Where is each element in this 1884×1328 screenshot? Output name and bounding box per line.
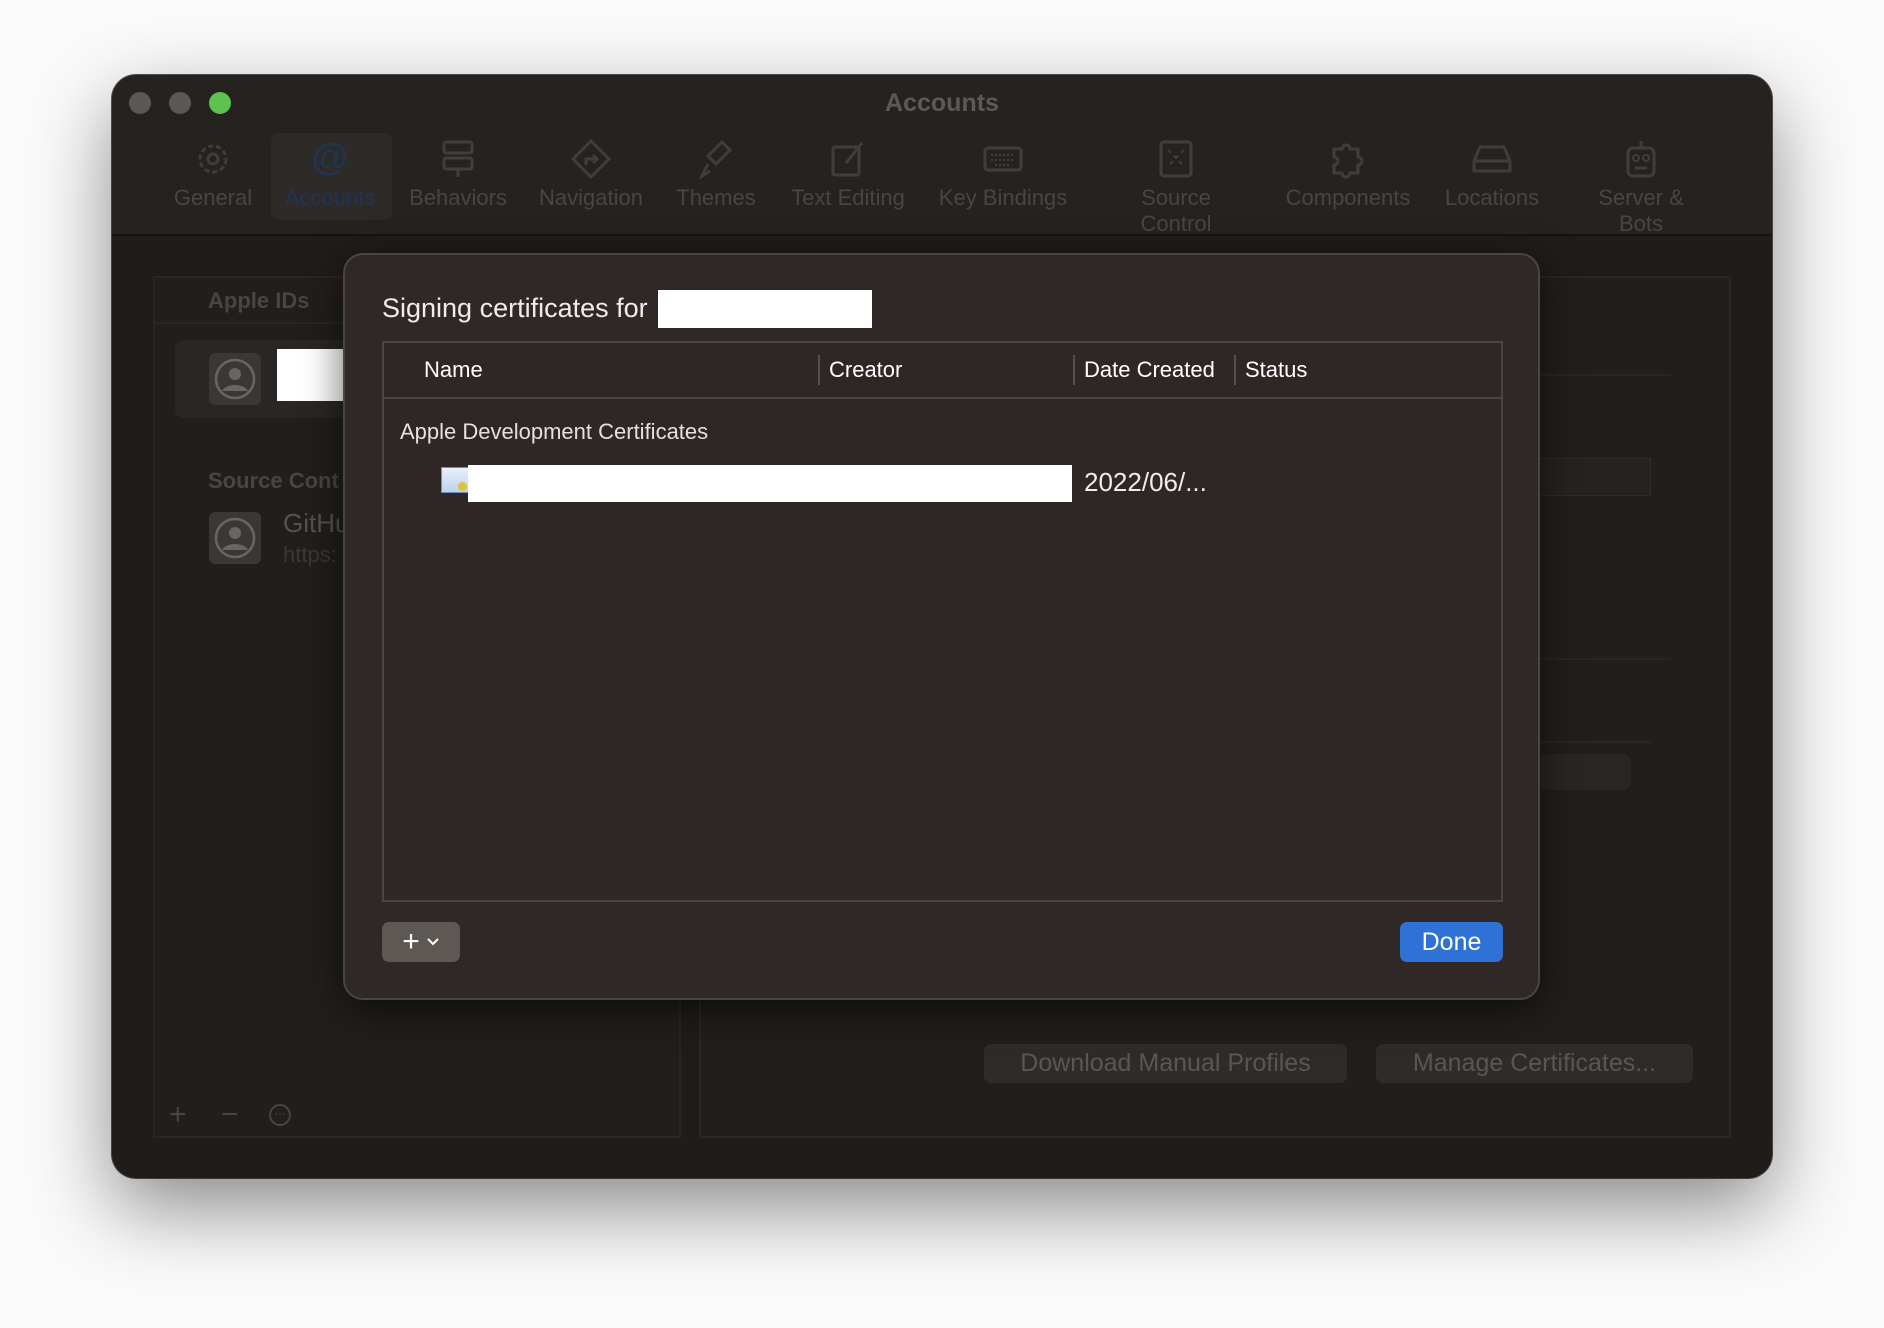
chevron-down-icon bbox=[427, 938, 439, 946]
certificate-row[interactable]: 2022/06/... bbox=[384, 463, 1501, 509]
add-account-button[interactable]: + bbox=[169, 1098, 187, 1132]
column-header-creator[interactable]: Creator bbox=[829, 343, 902, 397]
column-header-date-created[interactable]: Date Created bbox=[1084, 343, 1215, 397]
source-control-icon bbox=[1111, 133, 1241, 185]
toolbar-tab-navigation[interactable]: Navigation bbox=[526, 133, 656, 211]
toolbar-tab-accounts[interactable]: @ Accounts bbox=[265, 133, 395, 211]
toolbar-tab-locations[interactable]: Locations bbox=[1427, 133, 1557, 211]
avatar bbox=[209, 512, 261, 564]
toolbar-tab-label: Source Control bbox=[1140, 185, 1212, 236]
robot-icon bbox=[1576, 133, 1706, 185]
toolbar-tab-general[interactable]: General bbox=[148, 133, 278, 211]
source-control-header: Source Cont bbox=[208, 468, 339, 493]
toolbar-tab-server-bots[interactable]: Server & Bots bbox=[1576, 133, 1706, 237]
manage-certificates-button[interactable]: Manage Certificates... bbox=[1376, 1044, 1693, 1083]
remove-account-button[interactable]: − bbox=[221, 1098, 239, 1132]
redacted-account-name bbox=[658, 290, 872, 328]
toolbar-tab-label: Server & Bots bbox=[1598, 185, 1684, 236]
github-url: https: bbox=[283, 542, 337, 567]
apple-ids-header: Apple IDs bbox=[208, 288, 310, 313]
toolbar-tab-label: Accounts bbox=[284, 185, 376, 210]
column-header-name[interactable]: Name bbox=[424, 343, 483, 397]
toolbar-tab-label: Locations bbox=[1444, 185, 1540, 210]
toolbar-tab-label: Themes bbox=[676, 185, 756, 210]
toolbar-tab-label: General bbox=[173, 185, 253, 210]
toolbar-tab-label: Navigation bbox=[539, 185, 643, 210]
navigation-icon bbox=[526, 133, 656, 185]
behaviors-icon bbox=[393, 133, 523, 185]
keyboard-icon bbox=[938, 133, 1068, 185]
pencil-square-icon bbox=[783, 133, 913, 185]
column-header-status[interactable]: Status bbox=[1245, 343, 1307, 397]
toolbar-tab-label: Text Editing bbox=[791, 185, 905, 210]
toolbar-tab-source-control[interactable]: Source Control bbox=[1111, 133, 1241, 237]
toolbar-tab-components[interactable]: Components bbox=[1283, 133, 1413, 211]
download-manual-profiles-button[interactable]: Download Manual Profiles bbox=[984, 1044, 1347, 1083]
toolbar-tab-label: Key Bindings bbox=[938, 185, 1068, 210]
plus-icon: + bbox=[402, 925, 420, 958]
date-created: 2022/06/... bbox=[1084, 467, 1207, 497]
toolbar-tab-text-editing[interactable]: Text Editing bbox=[783, 133, 913, 211]
window-title: Accounts bbox=[885, 89, 999, 117]
gear-icon bbox=[148, 133, 278, 185]
certificate-icon bbox=[441, 467, 469, 493]
brush-icon bbox=[651, 133, 781, 185]
dialog-title: Signing certificates for bbox=[382, 293, 648, 323]
certificates-table: Name Creator Date Created Status Apple D… bbox=[382, 341, 1503, 902]
signing-certificates-sheet: Signing certificates for Name Creator Da… bbox=[343, 253, 1540, 1000]
more-options-button[interactable]: ⋯ bbox=[269, 1104, 291, 1126]
drive-icon bbox=[1427, 133, 1557, 185]
avatar bbox=[209, 353, 261, 405]
toolbar-tab-key-bindings[interactable]: Key Bindings bbox=[938, 133, 1068, 211]
add-certificate-menu-button[interactable]: + bbox=[382, 922, 460, 962]
toolbar: Accounts General @ Accounts Behaviors Naviga… bbox=[112, 75, 1772, 236]
group-header: Apple Development Certificates bbox=[400, 419, 709, 444]
github-name: GitHu bbox=[283, 508, 350, 538]
done-button[interactable]: Done bbox=[1400, 922, 1503, 962]
puzzle-icon bbox=[1283, 133, 1413, 185]
redacted-certificate-name bbox=[468, 465, 1072, 502]
toolbar-tab-themes[interactable]: Themes bbox=[651, 133, 781, 211]
toolbar-tab-behaviors[interactable]: Behaviors bbox=[393, 133, 523, 211]
toolbar-tab-label: Behaviors bbox=[409, 185, 507, 210]
toolbar-tab-label: Components bbox=[1285, 185, 1411, 210]
svg-text:@: @ bbox=[311, 139, 350, 179]
at-icon: @ bbox=[265, 133, 395, 185]
